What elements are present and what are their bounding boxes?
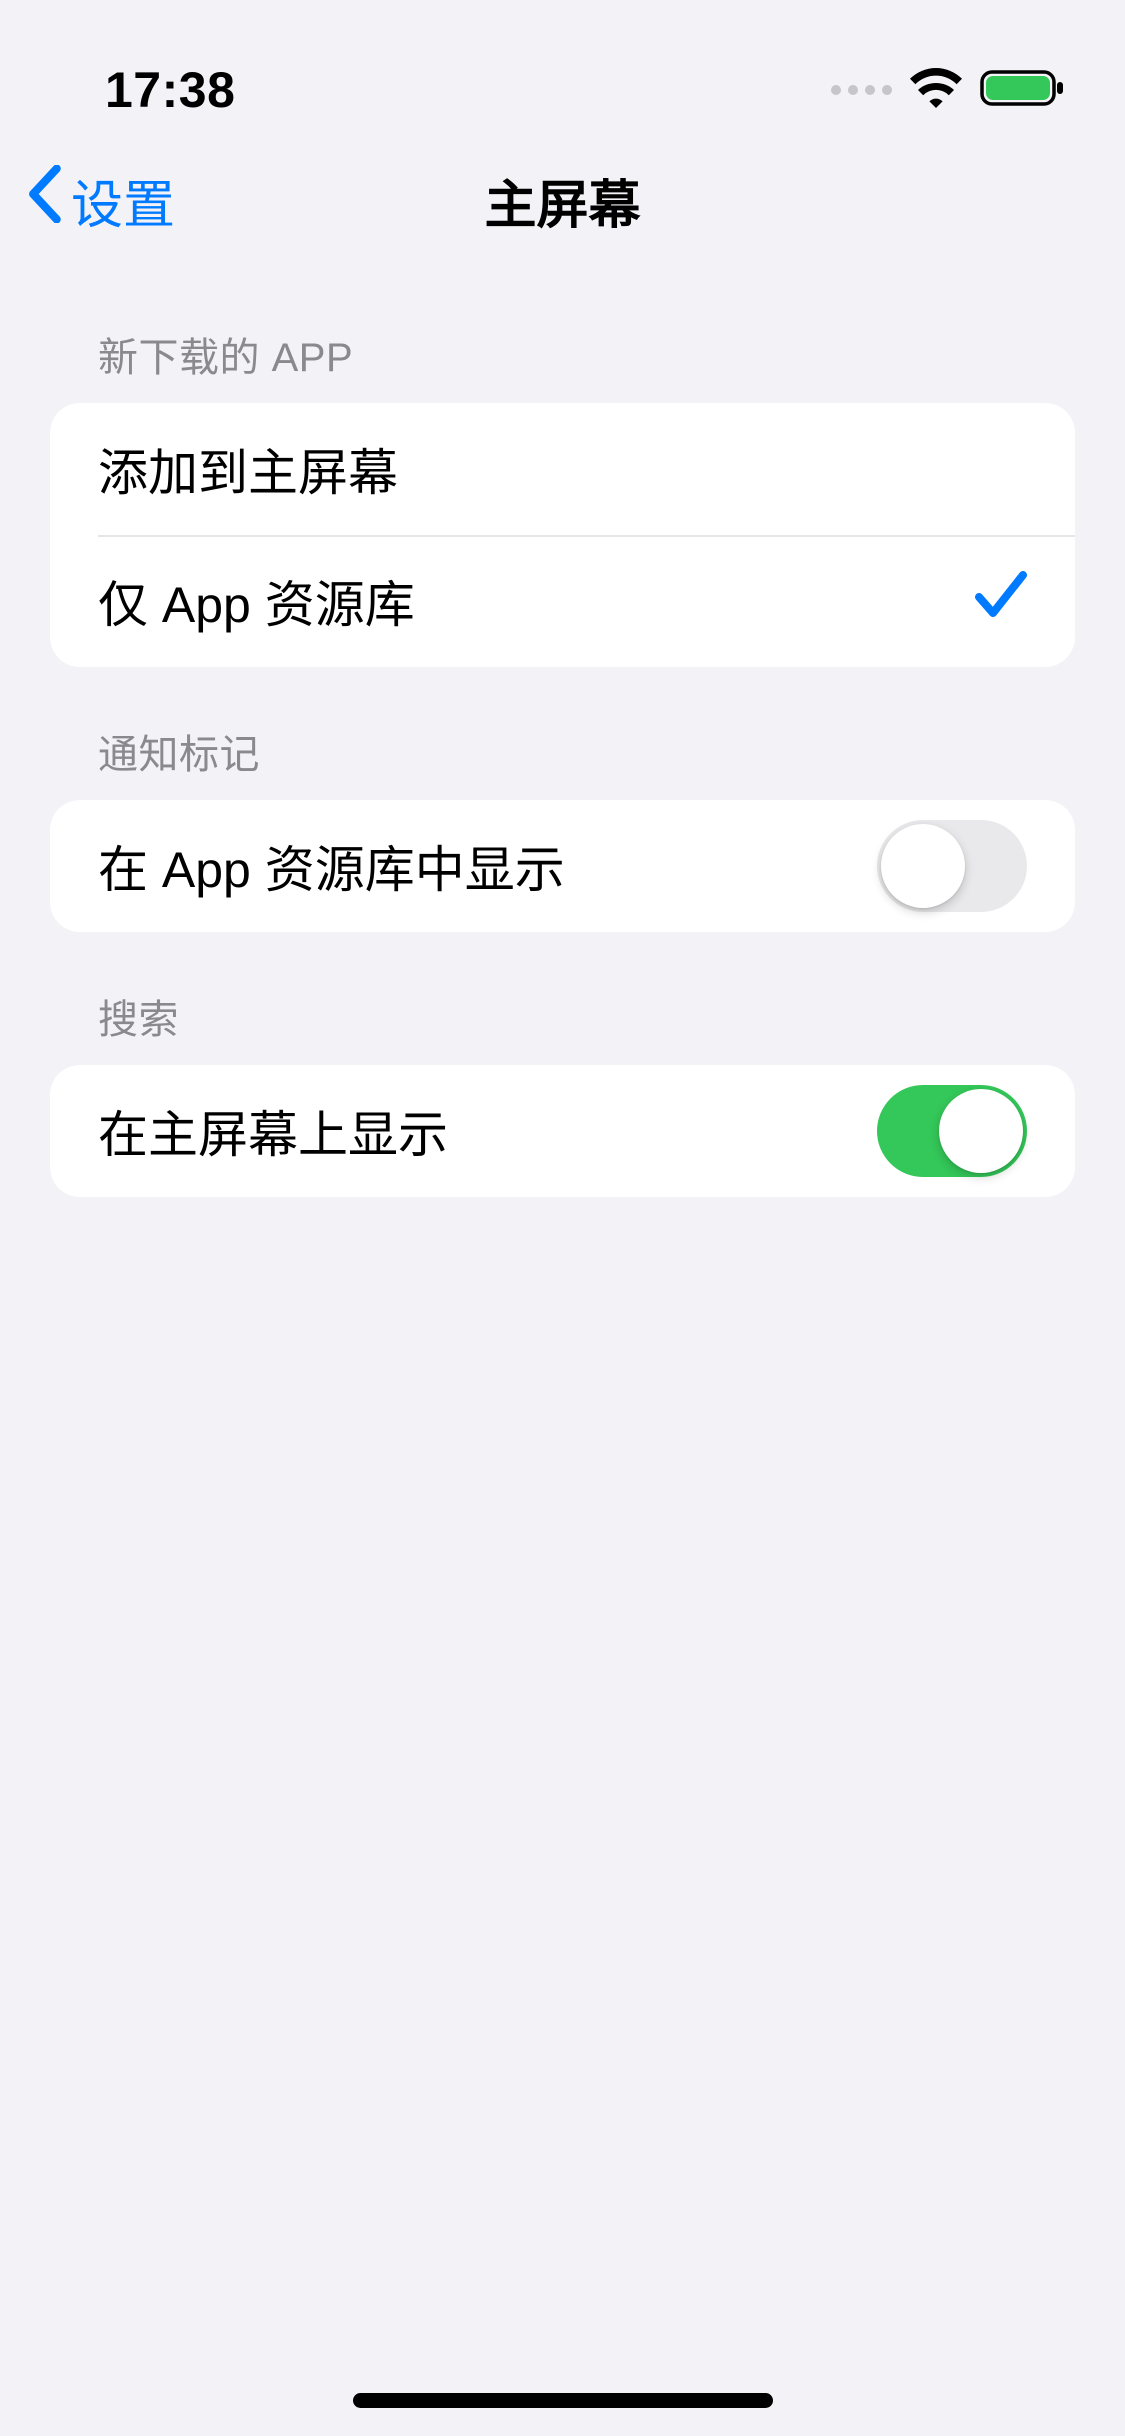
- option-add-to-home[interactable]: 添加到主屏幕: [50, 403, 1075, 535]
- toggle-show-on-home[interactable]: [877, 1085, 1027, 1177]
- content: 新下载的 APP 添加到主屏幕 仅 App 资源库 通知标记 在 App 资源库…: [0, 270, 1125, 1197]
- chevron-left-icon: [25, 165, 63, 236]
- row-label: 在 App 资源库中显示: [98, 830, 565, 902]
- battery-icon: [980, 68, 1065, 113]
- section-header-search: 搜索: [50, 932, 1075, 1065]
- back-label: 设置: [71, 163, 175, 238]
- group-new-apps: 添加到主屏幕 仅 App 资源库: [50, 403, 1075, 667]
- page-title: 主屏幕: [484, 163, 640, 238]
- option-app-library-only[interactable]: 仅 App 资源库: [50, 535, 1075, 667]
- wifi-icon: [910, 68, 962, 113]
- toggle-show-in-library[interactable]: [877, 820, 1027, 912]
- toggle-knob: [939, 1089, 1023, 1173]
- option-label: 仅 App 资源库: [98, 565, 415, 637]
- row-show-in-library: 在 App 资源库中显示: [50, 800, 1075, 932]
- status-time: 17:38: [105, 61, 235, 119]
- row-label: 在主屏幕上显示: [98, 1095, 448, 1167]
- group-search: 在主屏幕上显示: [50, 1065, 1075, 1197]
- home-indicator[interactable]: [353, 2393, 773, 2408]
- section-header-badges: 通知标记: [50, 667, 1075, 800]
- row-show-on-home: 在主屏幕上显示: [50, 1065, 1075, 1197]
- option-label: 添加到主屏幕: [98, 433, 398, 505]
- checkmark-icon: [975, 571, 1027, 631]
- navigation-bar: 设置 主屏幕: [0, 130, 1125, 270]
- status-bar: 17:38: [0, 0, 1125, 130]
- status-icons: [831, 68, 1065, 113]
- group-badges: 在 App 资源库中显示: [50, 800, 1075, 932]
- section-header-new-apps: 新下载的 APP: [50, 270, 1075, 403]
- back-button[interactable]: 设置: [25, 163, 175, 238]
- cell-signal-dots-icon: [831, 85, 892, 95]
- toggle-knob: [881, 824, 965, 908]
